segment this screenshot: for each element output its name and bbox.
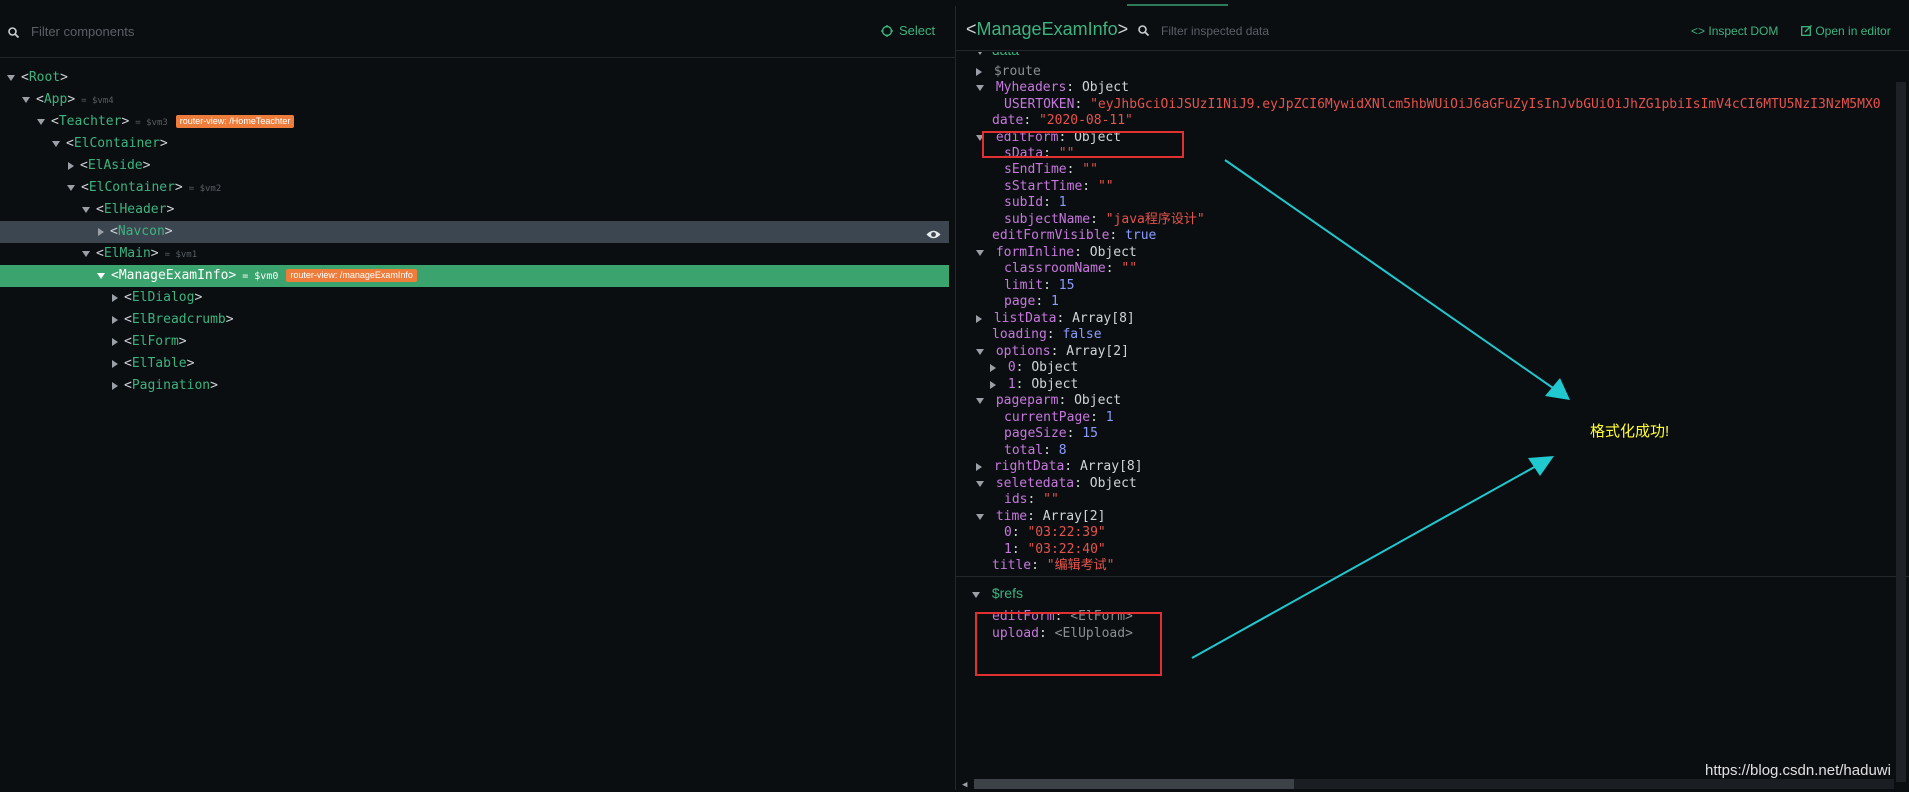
arrow-to-time-icon [1191, 456, 1554, 659]
annotation-arrows [1191, 159, 1570, 659]
annotation-label: 格式化成功! [1590, 423, 1670, 440]
arrow-to-date-icon [1224, 159, 1570, 400]
watermark: https://blog.csdn.net/haduwi [1705, 762, 1891, 779]
